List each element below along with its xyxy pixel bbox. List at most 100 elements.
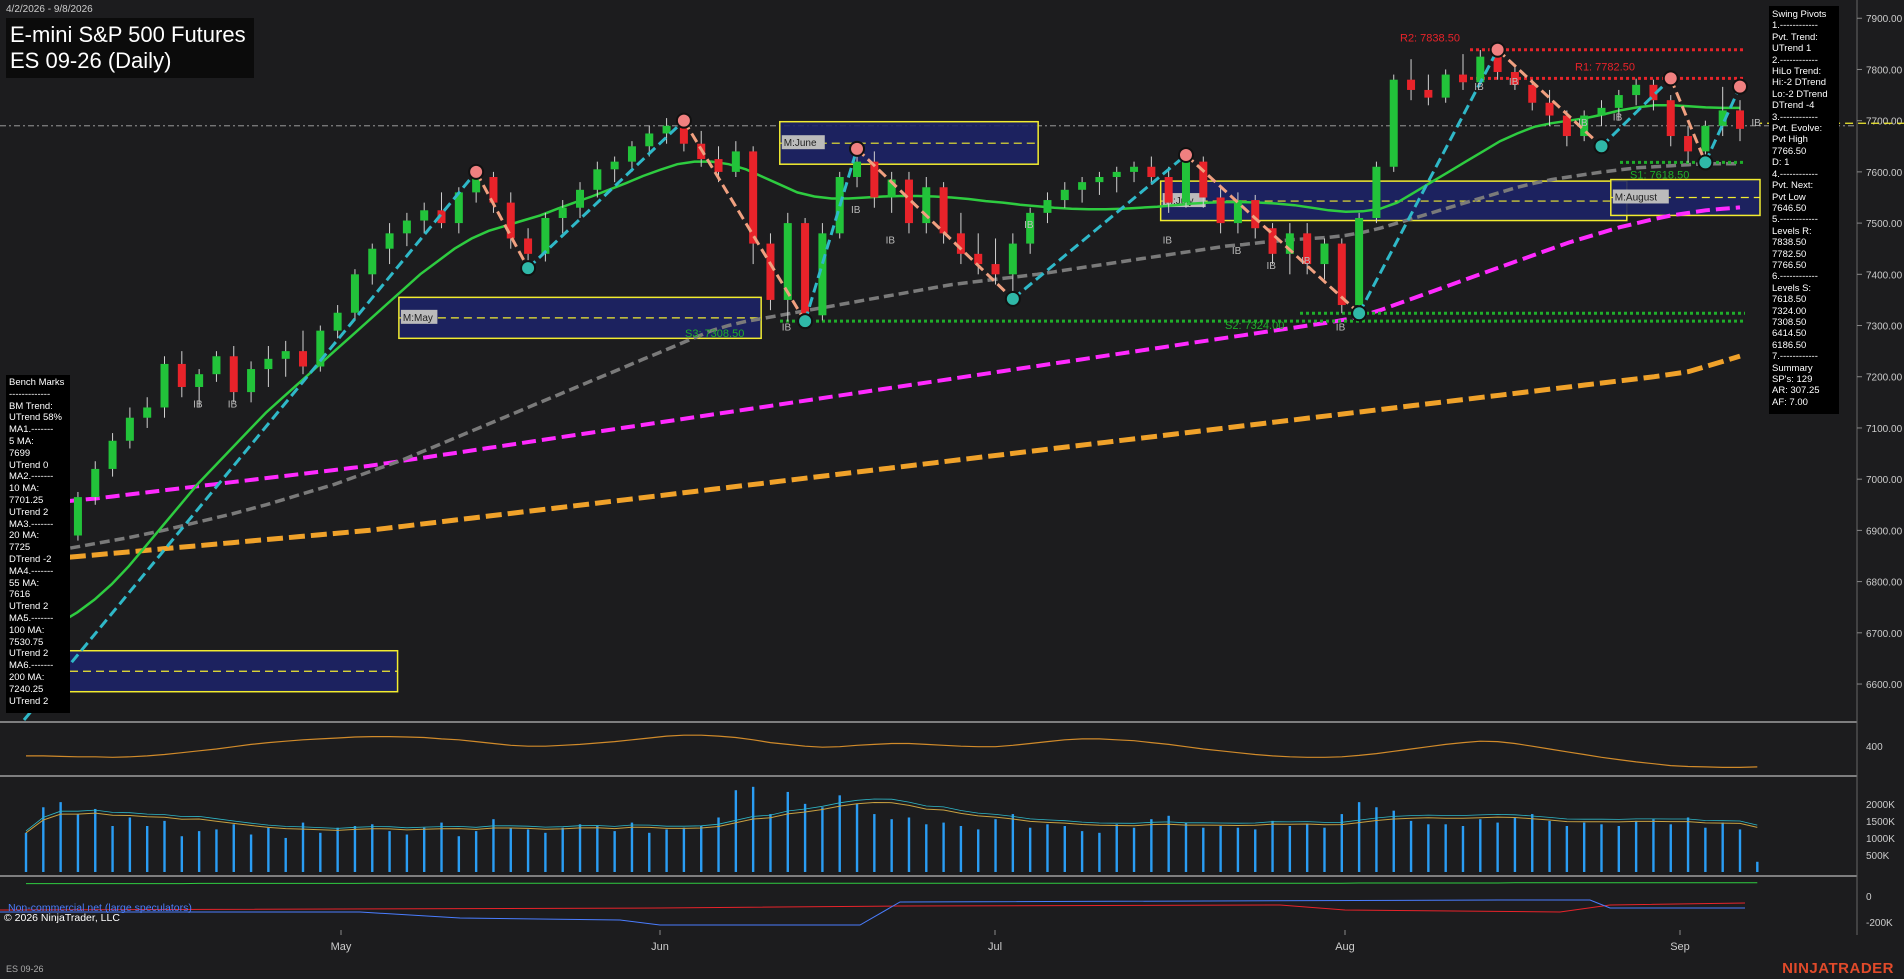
volume-bar (197, 831, 201, 872)
candle-body (1614, 95, 1623, 108)
candle-body (177, 363, 186, 387)
swing-line: SP's: 129 (1772, 374, 1813, 385)
pivot-marker (1489, 41, 1506, 58)
bench-line: MA1.------- (9, 424, 54, 436)
volume-bar (1046, 824, 1049, 872)
swing-line: 7.------------ (1772, 351, 1818, 363)
bench-line: UTrend 2 (9, 601, 49, 613)
volume-bar (1305, 824, 1309, 872)
volume-bar (821, 807, 824, 872)
copyright: © 2026 NinjaTrader, LLC (4, 912, 120, 924)
swing-line: Pvt. Trend: (1772, 31, 1818, 43)
bench-line: UTrend 2 (9, 648, 49, 660)
candle-body (1216, 197, 1225, 224)
volume-bar (959, 826, 963, 872)
volume-bar (1565, 826, 1569, 872)
volume-bar (1357, 802, 1361, 872)
volume-bar (145, 826, 149, 872)
candle-body (1112, 171, 1121, 178)
y-tick-label: 7500.00 (1866, 219, 1903, 230)
volume-bar (1409, 820, 1413, 872)
candle-body (1181, 161, 1190, 203)
volume-bar (319, 832, 322, 872)
monthly-box-label: M:August (1615, 192, 1657, 203)
pivot-marker (1177, 146, 1194, 163)
volume-tick-label: 1500K (1866, 817, 1895, 828)
volume-bar (388, 831, 391, 872)
volume-bar (1617, 826, 1621, 872)
candle-body (1130, 166, 1139, 172)
cot-small-line (0, 902, 1746, 913)
candle-body (627, 146, 636, 162)
swing-line (803, 148, 859, 322)
candle-body (1233, 200, 1242, 224)
volume-bar (509, 827, 512, 872)
pivot-marker (1732, 78, 1748, 95)
candle-body (1528, 84, 1537, 103)
candle-body (1545, 102, 1554, 116)
candle-body (991, 264, 1000, 275)
swing-line: 6414.50 (1772, 328, 1807, 340)
volume-bar (371, 824, 374, 872)
inside-bar-label: IB (886, 236, 896, 247)
volume-bar (215, 829, 218, 872)
swing-line: Pvt. Next: (1772, 180, 1814, 192)
volume-bar (561, 827, 564, 872)
volume-bar (613, 831, 616, 872)
volume-bar (94, 808, 97, 872)
volume-bar (492, 819, 495, 872)
candle-body (368, 248, 377, 275)
volume-bar (1738, 829, 1742, 872)
y-tick-label: 6900.00 (1866, 526, 1903, 537)
candle-body (1597, 107, 1606, 116)
candle-body (801, 223, 810, 316)
volume-bar (526, 829, 530, 872)
swing-line: Swing Pivots (1772, 9, 1827, 20)
volume-bar (1652, 819, 1655, 872)
y-tick-label: 6700.00 (1866, 629, 1903, 640)
volume-bar (1271, 820, 1274, 872)
swing-line: 7838.50 (1772, 237, 1807, 249)
bench-line: MA5.------- (9, 612, 54, 624)
volume-bar (734, 790, 738, 872)
volume-bar (630, 822, 634, 872)
inside-bar-label: IB (1232, 246, 1242, 257)
volume-bar (578, 824, 582, 872)
volume-bar (925, 824, 928, 872)
candle-body (593, 169, 602, 190)
candle-body (731, 151, 740, 172)
candle-body (91, 468, 100, 498)
price-chart[interactable]: 7900.00 7800.00 7700.00 7600.00 7500.00 7400.… (0, 0, 1904, 979)
x-tick-label: Jul (988, 941, 1002, 953)
bench-line: 7699 (9, 447, 31, 459)
swing-line: Levels R: (1772, 225, 1812, 237)
volume-bar (249, 834, 253, 872)
volume-bar (1236, 827, 1240, 872)
volume-bar (890, 819, 893, 872)
candle-body (212, 356, 221, 375)
candle-body (402, 220, 411, 234)
volume-bar (474, 831, 478, 872)
level-label: S1: 7618.50 (1630, 169, 1689, 181)
x-tick-label: Jun (651, 941, 669, 953)
candle-body (1458, 74, 1467, 83)
bench-line: 7616 (9, 589, 31, 601)
swing-line: 7782.50 (1772, 248, 1807, 260)
candle-body (1666, 100, 1675, 137)
volume-bar (1531, 814, 1534, 872)
candle-body (974, 253, 983, 265)
pivot-marker (1662, 70, 1679, 87)
candle-body (125, 417, 134, 441)
y-tick-label: 7100.00 (1866, 424, 1903, 435)
candle-body (1493, 56, 1502, 73)
volume-bar (128, 817, 132, 872)
candle-body (1355, 217, 1364, 306)
candle-body (333, 312, 342, 331)
swing-line: 5.------------ (1772, 214, 1818, 226)
volume-bar (1028, 827, 1032, 872)
inside-bar-label: IB (1509, 77, 1519, 88)
volume-bar (1132, 827, 1136, 872)
inside-bar-label: IB (1751, 118, 1761, 129)
bench-line: 7530.75 (9, 636, 44, 648)
bench-line: UTrend 2 (9, 506, 49, 518)
